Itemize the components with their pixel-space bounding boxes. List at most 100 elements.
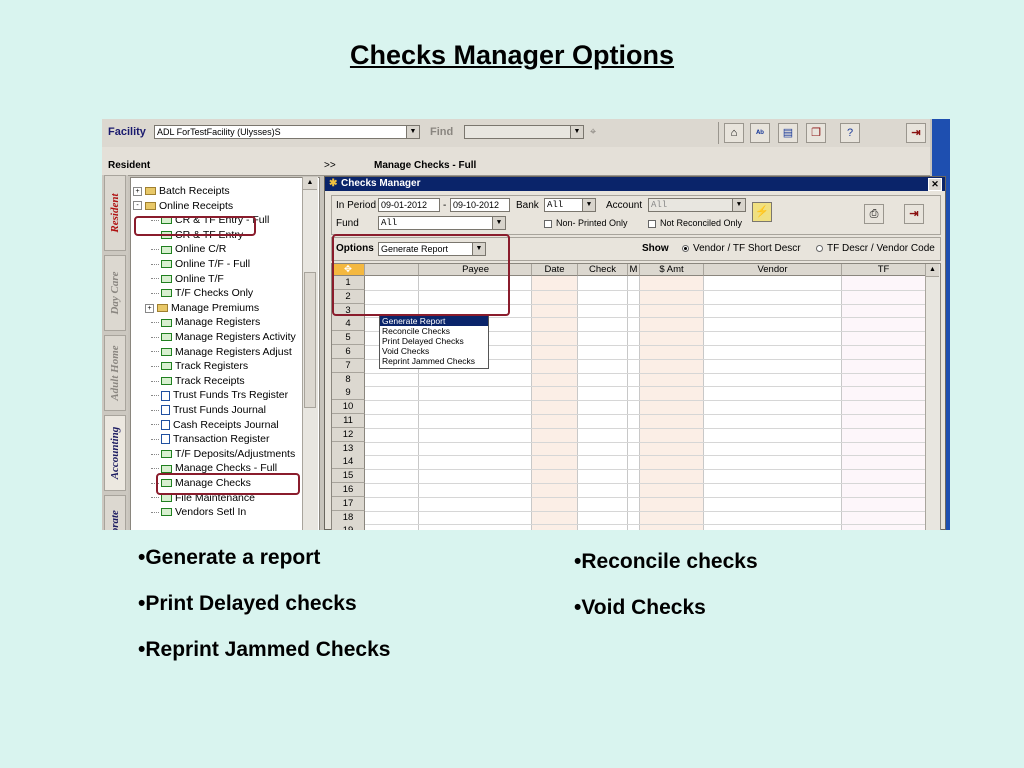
grid-scrollbar[interactable]: ▲ bbox=[925, 264, 940, 530]
show-option-tf[interactable]: TF Descr / Vendor Code bbox=[816, 243, 935, 254]
notes-icon[interactable]: ▤ bbox=[778, 123, 798, 143]
tree-item[interactable]: Vendors Setl In bbox=[151, 505, 246, 519]
tree-item[interactable]: T/F Checks Only bbox=[151, 286, 253, 300]
tag-icon[interactable]: ⌖ bbox=[590, 126, 596, 139]
fund-select[interactable]: All ▼ bbox=[378, 216, 506, 230]
screen-icon bbox=[161, 289, 172, 298]
row-number[interactable]: 19 bbox=[332, 524, 365, 530]
period-from-field[interactable]: 09-01-2012 bbox=[378, 198, 440, 212]
option-void-checks[interactable]: Void Checks bbox=[380, 346, 488, 356]
tab-corporate[interactable]: Corporate bbox=[104, 495, 126, 530]
scrollbar-thumb[interactable] bbox=[304, 272, 316, 408]
tree-item[interactable]: Online C/R bbox=[151, 242, 226, 256]
non-printed-checkbox[interactable]: Non- Printed Only bbox=[544, 218, 628, 228]
tree-item[interactable]: Track Registers bbox=[151, 359, 248, 373]
tree-item-label: T/F Deposits/Adjustments bbox=[175, 447, 296, 460]
tab-accounting[interactable]: Accounting bbox=[104, 415, 126, 491]
checkbox[interactable] bbox=[648, 219, 656, 228]
highlight-manage-checks-full bbox=[156, 473, 300, 495]
row-number[interactable]: 11 bbox=[332, 414, 365, 428]
tree-item[interactable]: Manage Registers Activity bbox=[151, 330, 296, 344]
option-reprint-jammed-checks[interactable]: Reprint Jammed Checks bbox=[380, 356, 488, 366]
grid-row-line bbox=[365, 483, 926, 484]
tab-day-care[interactable]: Day Care bbox=[104, 255, 126, 331]
find-select[interactable]: ▼ bbox=[464, 125, 584, 139]
option-print-delayed-checks[interactable]: Print Delayed Checks bbox=[380, 336, 488, 346]
tree-item-label: T/F Checks Only bbox=[175, 287, 254, 300]
checkbox[interactable] bbox=[544, 219, 552, 228]
row-number[interactable]: 4 bbox=[332, 317, 365, 332]
option-reconcile-checks[interactable]: Reconcile Checks bbox=[380, 326, 488, 336]
tree-item[interactable]: Cash Receipts Journal bbox=[151, 418, 279, 432]
tab-label: Day Care bbox=[109, 271, 121, 315]
windows-icon[interactable]: ❐ bbox=[806, 123, 826, 143]
tree-item[interactable]: Manage Registers bbox=[151, 315, 260, 329]
row-number[interactable]: 14 bbox=[332, 455, 365, 470]
exit-icon[interactable]: ⇥ bbox=[906, 123, 926, 143]
row-number[interactable]: 18 bbox=[332, 510, 365, 525]
tab-resident[interactable]: Resident bbox=[104, 175, 126, 251]
tree-connector bbox=[151, 263, 159, 265]
row-number[interactable]: 9 bbox=[332, 386, 365, 401]
option-generate-report[interactable]: Generate Report bbox=[380, 316, 488, 326]
spell-check-icon[interactable]: ᴬᵇ bbox=[750, 123, 770, 143]
lightning-icon[interactable]: ⚡ bbox=[752, 202, 772, 222]
grid-column bbox=[704, 276, 842, 530]
radio-selected[interactable] bbox=[682, 244, 689, 252]
close-icon[interactable]: ✕ bbox=[928, 178, 942, 191]
row-number[interactable]: 16 bbox=[332, 483, 365, 497]
tree-item[interactable]: + Batch Receipts bbox=[133, 184, 230, 198]
bank-select[interactable]: All ▼ bbox=[544, 198, 596, 212]
tree-item[interactable]: Transaction Register bbox=[151, 432, 269, 446]
application-window: Facility ADL ForTestFacility (Ulysses)S … bbox=[102, 119, 950, 530]
row-number[interactable]: 7 bbox=[332, 358, 365, 373]
chevron-down-icon: ▼ bbox=[570, 126, 583, 138]
collapse-icon[interactable]: - bbox=[133, 201, 142, 211]
row-number[interactable]: 15 bbox=[332, 469, 365, 484]
column-header-check[interactable]: Check bbox=[578, 264, 628, 276]
column-header-date[interactable]: Date bbox=[532, 264, 578, 276]
expand-icon[interactable]: + bbox=[145, 303, 154, 313]
grid-row-line bbox=[365, 427, 926, 429]
tree-item[interactable]: Trust Funds Journal bbox=[151, 403, 266, 417]
period-to-field[interactable]: 09-10-2012 bbox=[450, 198, 510, 212]
tree-item[interactable]: T/F Deposits/Adjustments bbox=[151, 447, 295, 461]
help-icon[interactable]: ? bbox=[840, 123, 860, 143]
row-number[interactable]: 10 bbox=[332, 400, 365, 415]
scroll-up-icon[interactable]: ▲ bbox=[303, 177, 317, 190]
tree-item[interactable]: Manage Registers Adjust bbox=[151, 345, 292, 359]
row-number[interactable]: 12 bbox=[332, 427, 365, 442]
row-number[interactable]: 5 bbox=[332, 331, 365, 346]
tree-item[interactable]: Online T/F bbox=[151, 272, 224, 286]
exit-icon[interactable]: ⇥ bbox=[904, 204, 924, 224]
grid-row-line bbox=[365, 455, 926, 457]
printer-icon[interactable]: ⎙ bbox=[864, 204, 884, 224]
tree-connector bbox=[151, 453, 159, 455]
tree-item[interactable]: Trust Funds Trs Register bbox=[151, 388, 288, 402]
account-select[interactable]: All ▼ bbox=[648, 198, 746, 212]
column-header-amount[interactable]: $ Amt bbox=[640, 264, 704, 276]
row-number[interactable]: 8 bbox=[332, 372, 365, 387]
row-number[interactable]: 13 bbox=[332, 441, 365, 456]
tree-item[interactable]: Track Receipts bbox=[151, 374, 245, 388]
facility-select[interactable]: ADL ForTestFacility (Ulysses)S ▼ bbox=[154, 125, 420, 139]
expand-icon[interactable]: + bbox=[133, 186, 142, 196]
show-option-vendor[interactable]: Vendor / TF Short Descr bbox=[682, 243, 801, 254]
radio[interactable] bbox=[816, 244, 823, 252]
row-number[interactable]: 6 bbox=[332, 345, 365, 359]
not-reconciled-checkbox[interactable]: Not Reconciled Only bbox=[648, 218, 742, 228]
grid-row-line bbox=[365, 510, 926, 512]
column-header-m[interactable]: M bbox=[628, 264, 640, 276]
tab-adult-home[interactable]: Adult Home bbox=[104, 335, 126, 411]
scroll-up-icon[interactable]: ▲ bbox=[926, 264, 939, 277]
chevron-down-icon: ▼ bbox=[582, 199, 595, 211]
home-icon[interactable]: ⌂ bbox=[724, 123, 744, 143]
row-number[interactable]: 17 bbox=[332, 496, 365, 511]
column-header-tf[interactable]: TF bbox=[842, 264, 926, 276]
grid-row-line bbox=[365, 524, 926, 526]
tree-item[interactable]: Online T/F - Full bbox=[151, 257, 250, 271]
tree-scrollbar[interactable]: ▲ bbox=[302, 177, 318, 530]
column-header-vendor[interactable]: Vendor bbox=[704, 264, 842, 276]
tree-item[interactable]: + Manage Premiums bbox=[145, 301, 259, 315]
tree-item[interactable]: - Online Receipts bbox=[133, 199, 233, 213]
